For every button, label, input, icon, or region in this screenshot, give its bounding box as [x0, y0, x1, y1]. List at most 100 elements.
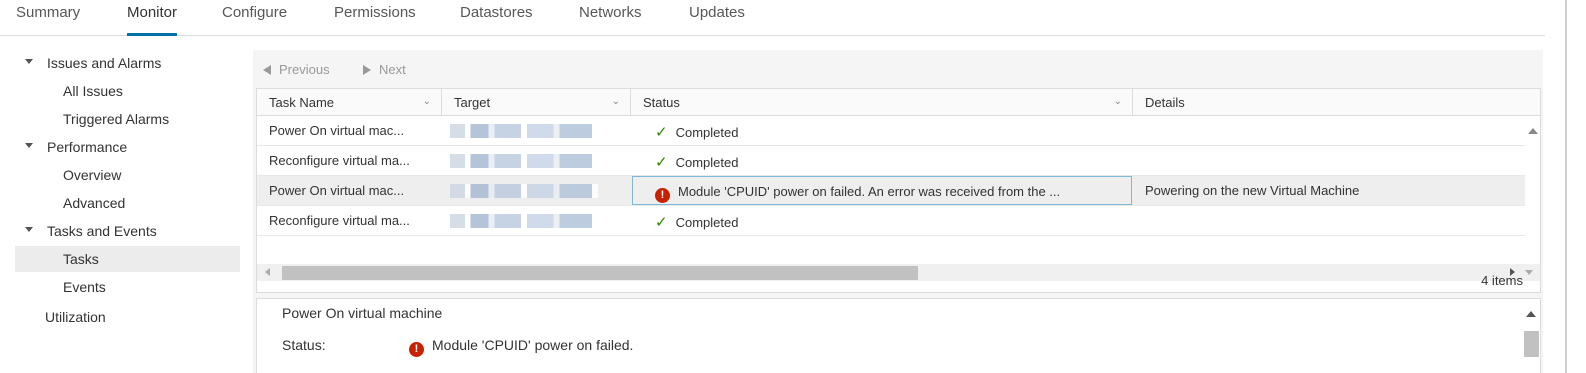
- task-name-cell: Reconfigure virtual ma...: [257, 206, 442, 235]
- table-row[interactable]: Reconfigure virtual ma... ✓ Completed: [257, 146, 1525, 176]
- tab-networks[interactable]: Networks: [579, 4, 642, 28]
- nav-item-utilization[interactable]: Utilization: [15, 304, 240, 330]
- nav-group-performance[interactable]: Performance: [15, 134, 240, 160]
- nav-item-triggered-alarms[interactable]: Triggered Alarms: [15, 106, 240, 132]
- detail-status-label: Status:: [282, 337, 326, 353]
- arrow-right-icon: [363, 65, 371, 75]
- column-header-status[interactable]: Status ⌄: [631, 89, 1133, 116]
- nav-item-advanced[interactable]: Advanced: [15, 190, 240, 216]
- caret-down-icon[interactable]: [25, 143, 33, 148]
- previous-label: Previous: [279, 62, 330, 77]
- nav-group-tasks-and-events[interactable]: Tasks and Events: [15, 218, 240, 244]
- redacted-target-link[interactable]: [450, 184, 598, 198]
- table-row[interactable]: Power On virtual mac... ✓ Completed: [257, 116, 1525, 146]
- pager-toolbar: Previous Next: [253, 50, 1543, 88]
- detail-title: Power On virtual machine: [282, 305, 443, 321]
- tasks-grid: Task Name ⌄ Target ⌄ Status ⌄ Details Po…: [256, 88, 1541, 293]
- details-cell: Powering on the new Virtual Machine: [1133, 176, 1525, 205]
- tab-datastores[interactable]: Datastores: [460, 4, 533, 28]
- nav-label: Overview: [63, 167, 122, 183]
- task-name: Reconfigure virtual ma...: [269, 153, 410, 168]
- column-header-details[interactable]: Details: [1133, 89, 1540, 116]
- column-header-task-name[interactable]: Task Name ⌄: [257, 89, 442, 116]
- status-text: Completed: [675, 125, 739, 140]
- details-cell: [1133, 146, 1525, 175]
- scroll-down-icon[interactable]: [1525, 270, 1533, 275]
- tab-monitor[interactable]: Monitor: [127, 4, 178, 36]
- column-label: Details: [1145, 95, 1185, 110]
- nav-label: Performance: [47, 139, 128, 155]
- chevron-down-icon[interactable]: ⌄: [423, 96, 431, 107]
- nav-label: Advanced: [63, 195, 126, 211]
- tab-permissions[interactable]: Permissions: [334, 4, 416, 28]
- nav-label: Triggered Alarms: [63, 111, 170, 127]
- nav-item-overview[interactable]: Overview: [15, 162, 240, 188]
- check-icon: ✓: [655, 154, 668, 171]
- caret-down-icon[interactable]: [25, 227, 33, 232]
- vertical-scroll-thumb[interactable]: [1524, 331, 1539, 357]
- check-icon: ✓: [655, 214, 668, 231]
- nav-label: Issues and Alarms: [47, 55, 162, 71]
- error-icon: !: [655, 188, 670, 203]
- scroll-up-icon[interactable]: [1528, 128, 1538, 134]
- detail-status-text: Module 'CPUID' power on failed.: [432, 337, 634, 353]
- caret-down-icon[interactable]: [25, 59, 33, 64]
- status-text: Completed: [675, 155, 739, 170]
- arrow-left-icon: [263, 65, 271, 75]
- status-cell[interactable]: ! Module 'CPUID' power on failed. An erro…: [632, 176, 1132, 205]
- nav-item-events[interactable]: Events: [15, 274, 240, 300]
- tasks-panel: Previous Next Task Name ⌄ Target ⌄ Statu…: [253, 50, 1543, 373]
- nav-group-issues-and-alarms[interactable]: Issues and Alarms: [15, 50, 240, 76]
- task-detail-pane: Power On virtual machine Status: ! Module…: [256, 298, 1541, 373]
- detail-status-value: ! Module 'CPUID' power on failed.: [409, 337, 633, 357]
- task-name: Power On virtual mac...: [269, 123, 405, 138]
- target-cell[interactable]: [442, 176, 631, 205]
- task-name-cell: Power On virtual mac...: [257, 176, 442, 205]
- tab-configure[interactable]: Configure: [222, 4, 287, 28]
- target-cell[interactable]: [442, 116, 631, 145]
- previous-button[interactable]: Previous: [263, 62, 330, 77]
- column-label: Task Name: [269, 95, 335, 110]
- object-tabs: Summary Monitor Configure Permissions Da…: [0, 0, 1545, 36]
- nav-label: Events: [63, 279, 106, 295]
- grid-header: Task Name ⌄ Target ⌄ Status ⌄ Details: [257, 89, 1540, 116]
- task-name: Power On virtual mac...: [269, 183, 405, 198]
- tab-updates[interactable]: Updates: [689, 4, 745, 28]
- redacted-target-link[interactable]: [450, 124, 598, 138]
- column-label: Target: [454, 95, 491, 110]
- chevron-down-icon[interactable]: ⌄: [612, 96, 620, 107]
- monitor-nav-tree: Issues and Alarms All Issues Triggered A…: [15, 50, 240, 373]
- nav-label: All Issues: [63, 83, 123, 99]
- task-name-cell: Reconfigure virtual ma...: [257, 146, 442, 175]
- redacted-target-link[interactable]: [450, 154, 598, 168]
- status-text: Module 'CPUID' power on failed. An error…: [678, 184, 1061, 199]
- check-icon: ✓: [655, 124, 668, 141]
- scroll-up-icon[interactable]: [1526, 311, 1536, 317]
- tab-summary[interactable]: Summary: [16, 4, 80, 28]
- details-text: Powering on the new Virtual Machine: [1145, 183, 1360, 198]
- table-row[interactable]: Reconfigure virtual ma... ✓ Completed: [257, 206, 1525, 236]
- status-text: Completed: [675, 215, 739, 230]
- table-row-selected[interactable]: Power On virtual mac... ! Module 'CPUID' …: [257, 176, 1525, 206]
- nav-label: Tasks: [63, 251, 99, 267]
- task-name-cell: Power On virtual mac...: [257, 116, 442, 145]
- error-icon: !: [409, 342, 424, 357]
- window-edge-divider: [1565, 0, 1567, 373]
- target-cell[interactable]: [442, 206, 631, 235]
- status-cell: ✓ Completed: [631, 146, 1133, 175]
- column-header-target[interactable]: Target ⌄: [442, 89, 631, 116]
- target-cell[interactable]: [442, 146, 631, 175]
- chevron-down-icon[interactable]: ⌄: [1114, 96, 1122, 107]
- task-name: Reconfigure virtual ma...: [269, 213, 410, 228]
- grid-vertical-scrollbar[interactable]: [1525, 116, 1540, 264]
- nav-label: Tasks and Events: [47, 223, 157, 239]
- nav-item-tasks[interactable]: Tasks: [15, 246, 240, 272]
- items-count: 4 items: [1481, 273, 1523, 288]
- next-label: Next: [379, 62, 406, 77]
- status-cell: ✓ Completed: [631, 116, 1133, 145]
- redacted-target-link[interactable]: [450, 214, 598, 228]
- nav-item-all-issues[interactable]: All Issues: [15, 78, 240, 104]
- next-button[interactable]: Next: [363, 62, 406, 77]
- detail-vertical-scrollbar[interactable]: [1522, 299, 1540, 373]
- details-cell: [1133, 206, 1525, 235]
